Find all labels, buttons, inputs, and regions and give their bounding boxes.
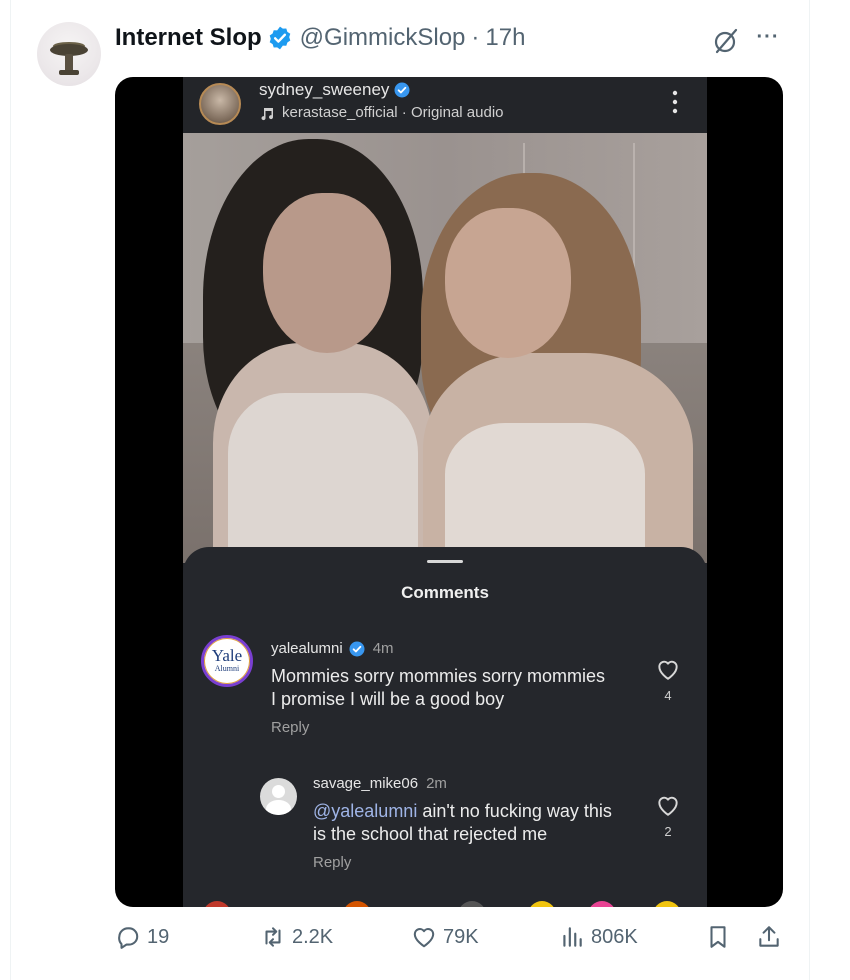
reel-username: sydney_sweeney	[259, 80, 410, 100]
views-chart-icon	[563, 927, 582, 947]
reel-username-text: sydney_sweeney	[259, 80, 390, 99]
reel-menu-icon	[672, 90, 678, 114]
comments-sheet: Comments Yale Alumni yalealumni 4m Mommi…	[183, 547, 707, 907]
reel-audio: kerastase_official · Original audio	[259, 104, 504, 121]
repost-button[interactable]: 2.2K	[260, 924, 333, 950]
comment-avatar-default	[260, 778, 297, 815]
reel-header: sydney_sweeney kerastase_official · Orig…	[183, 77, 707, 133]
reel-verified-icon	[394, 82, 410, 98]
separator-dot: ·	[471, 24, 480, 51]
comment-text: @yalealumni ain't no fucking way this is…	[313, 800, 612, 846]
tweet-header: Internet Slop @GimmickSlop · 17h	[115, 22, 525, 54]
emoji-icon	[343, 901, 371, 907]
comment-reply: Reply	[313, 854, 352, 871]
repost-count: 2.2K	[292, 925, 334, 948]
person-left-face	[263, 193, 391, 353]
emoji-icon	[653, 901, 681, 907]
person-right-face	[445, 208, 571, 358]
tweet-media[interactable]: sydney_sweeney kerastase_official · Orig…	[115, 77, 783, 907]
comment-header: yalealumni 4m	[271, 640, 394, 657]
bookmark-icon	[710, 926, 726, 948]
emoji-icon	[528, 901, 556, 907]
comment-time: 4m	[372, 640, 394, 657]
comment-username: yalealumni	[271, 640, 343, 657]
reel-photo	[183, 133, 707, 563]
yale-logo-word: Yale	[211, 646, 243, 665]
instagram-screenshot: sydney_sweeney kerastase_official · Orig…	[183, 77, 707, 907]
emoji-icon	[458, 901, 486, 907]
views-button[interactable]: 806K	[559, 924, 638, 950]
comments-title: Comments	[401, 583, 489, 602]
comment-line: @yalealumni ain't no fucking way this	[313, 800, 612, 823]
heart-icon	[413, 928, 435, 948]
comment-line-rest: ain't no fucking way this	[417, 801, 612, 821]
yale-logo-sub: Alumni	[214, 664, 240, 673]
more-options-icon[interactable]: ···	[753, 24, 783, 54]
sheet-grabber	[427, 560, 463, 563]
reel-author-avatar	[199, 83, 241, 125]
share-icon	[759, 926, 779, 947]
comment-avatar: Yale Alumni	[201, 635, 253, 687]
comment-like-icon	[658, 660, 678, 680]
share-button[interactable]	[756, 924, 782, 950]
comment-line: is the school that rejected me	[313, 824, 548, 844]
comment-mention: @yalealumni	[313, 801, 418, 821]
author-avatar[interactable]	[37, 22, 101, 86]
comment-line: Mommies sorry mommies sorry mommies	[271, 666, 606, 686]
music-note-icon	[261, 107, 274, 120]
comment-time: 2m	[426, 775, 447, 792]
comment-like-count: 2	[664, 824, 672, 839]
tweet-timestamp[interactable]: 17h	[485, 24, 525, 52]
grok-icon[interactable]	[711, 26, 741, 56]
reply-icon	[118, 927, 139, 949]
avatar-base	[59, 70, 79, 75]
reply-button[interactable]: 19	[115, 924, 169, 950]
reply-count: 19	[147, 925, 170, 948]
like-count: 79K	[443, 925, 479, 948]
default-avatar-body	[266, 800, 291, 815]
comment-line: I promise I will be a good boy	[271, 689, 505, 709]
comment-verified-icon	[349, 641, 365, 656]
like-button[interactable]: 79K	[411, 924, 479, 950]
person-left-top	[228, 393, 418, 563]
bookmark-button[interactable]	[705, 924, 731, 950]
views-count: 806K	[591, 925, 638, 948]
repost-icon	[265, 927, 281, 947]
emoji-icon	[588, 901, 616, 907]
comment-reply: Reply	[271, 719, 310, 736]
emoji-reaction-row	[183, 897, 707, 907]
comment-text: Mommies sorry mommies sorry mommies I pr…	[271, 665, 605, 711]
reel-audio-text: kerastase_official · Original audio	[282, 104, 504, 121]
verified-badge-icon	[269, 26, 290, 50]
author-name[interactable]: Internet Slop	[115, 24, 262, 52]
comment-username: savage_mike06	[313, 775, 419, 792]
emoji-icon	[203, 901, 231, 907]
person-right-top	[445, 423, 645, 563]
comment-like-icon	[658, 796, 678, 816]
default-avatar-head	[272, 785, 285, 798]
comment-like-count: 4	[664, 688, 672, 703]
comment-header: savage_mike06 2m	[313, 775, 447, 792]
author-handle[interactable]: @GimmickSlop	[300, 24, 466, 52]
tweet-action-bar: 19 2.2K 79K 806K	[115, 924, 785, 960]
